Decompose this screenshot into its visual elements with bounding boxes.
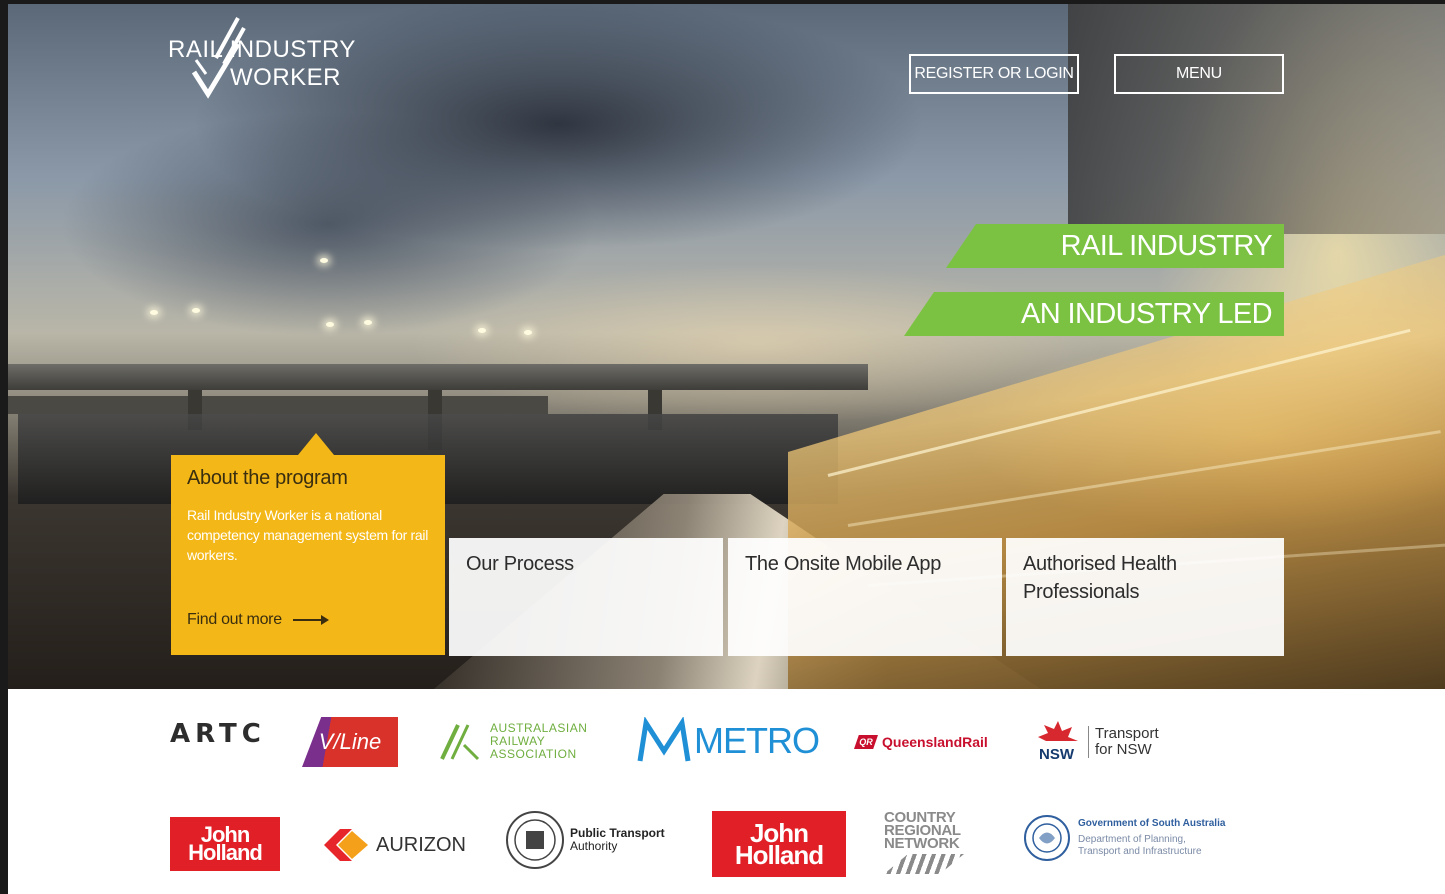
tfnsw-line: Transport	[1095, 725, 1159, 742]
sa-text: Government of South Australia Department…	[1078, 818, 1225, 858]
menu-button[interactable]: MENU	[1114, 54, 1284, 94]
qr-badge-icon: QR	[854, 735, 878, 749]
pta-line: Public Transport	[570, 826, 665, 840]
tagline-rail-industry-worker: RAIL INDUSTRY WORKER	[946, 224, 1284, 268]
tfnsw-line: for NSW	[1095, 741, 1152, 758]
street-lamp	[150, 310, 158, 315]
card-our-process[interactable]: Our Process	[449, 538, 723, 656]
rail-tracks-icon	[884, 854, 964, 874]
sa-dept-line: Department of Planning,	[1078, 834, 1186, 845]
card-label: Our Process	[466, 553, 574, 575]
lower-bridge	[8, 396, 548, 414]
metro-logo[interactable]: METRO	[636, 717, 820, 765]
transport-for-nsw-logo[interactable]: NSW Transport for NSW	[1036, 719, 1159, 765]
ara-line: RAILWAY	[490, 733, 546, 748]
about-title: About the program	[187, 467, 348, 489]
about-pointer	[298, 433, 334, 455]
site-logo[interactable]: RAIL INDUSTRY WORKER	[168, 14, 368, 104]
card-label: Authorised Health Professionals	[1023, 553, 1177, 603]
pta-text: Public Transport Authority	[570, 827, 665, 853]
find-out-more-link[interactable]: Find out more	[187, 611, 282, 629]
about-description: Rail Industry Worker is a national compe…	[187, 507, 429, 563]
nsw-text: NSW	[1039, 746, 1075, 763]
john-holland-logo-large[interactable]: John Holland	[712, 811, 846, 877]
country-regional-network-logo[interactable]: COUNTRY REGIONAL NETWORK	[884, 810, 964, 874]
overpass-bridge	[8, 364, 868, 390]
street-lamp	[192, 308, 200, 313]
john-holland-line: Holland	[734, 840, 824, 870]
pta-line: Authority	[570, 839, 618, 853]
sa-dept-line: Transport and Infrastructure	[1078, 846, 1202, 857]
partner-logos-section: ARTC V/Line AUSTRALASIAN RAILWAY ASSOCIA…	[8, 689, 1445, 894]
john-holland-logo-small[interactable]: John Holland	[170, 817, 280, 871]
street-lamp	[478, 328, 486, 333]
street-lamp	[326, 322, 334, 327]
card-onsite-mobile-app[interactable]: The Onsite Mobile App	[728, 538, 1002, 656]
wa-government-seal-icon	[506, 811, 564, 869]
card-label: The Onsite Mobile App	[745, 553, 942, 575]
background-building	[1068, 4, 1445, 234]
ara-line: ASSOCIATION	[490, 746, 577, 761]
ara-logo-text: AUSTRALASIAN RAILWAY ASSOCIATION	[490, 720, 588, 761]
sa-government-crest-icon	[1024, 815, 1070, 861]
logo-text-line1: RAIL INDUSTRY	[168, 36, 356, 63]
queensland-rail-text: QueenslandRail	[882, 734, 988, 750]
waratah-icon: NSW	[1036, 719, 1080, 765]
aurizon-logo-text: AURIZON	[376, 833, 466, 856]
ara-line: AUSTRALASIAN	[490, 720, 588, 735]
arrow-right-icon[interactable]	[293, 615, 329, 625]
card-authorised-health-professionals[interactable]: Authorised Health Professionals	[1006, 538, 1284, 656]
vline-logo-text: V/Line	[318, 729, 382, 754]
crn-line: NETWORK	[884, 835, 960, 852]
australasian-railway-association-logo[interactable]: AUSTRALASIAN RAILWAY ASSOCIATION	[438, 721, 587, 761]
sa-gov-title: Government of South Australia	[1078, 818, 1226, 829]
street-lamp	[364, 320, 372, 325]
tfnsw-text: Transport for NSW	[1088, 726, 1159, 758]
aurizon-logo[interactable]: AURIZON	[322, 825, 466, 865]
metro-logo-text: METRO	[694, 720, 820, 761]
ara-slash-icon	[438, 721, 482, 761]
aurizon-mark-icon	[322, 825, 370, 865]
artc-logo-text: ARTC	[170, 719, 266, 749]
public-transport-authority-logo[interactable]: Public Transport Authority	[506, 811, 665, 869]
queensland-rail-logo[interactable]: QR QueenslandRail	[854, 734, 988, 750]
logo-text-line2: WORKER	[230, 64, 341, 91]
john-holland-line: Holland	[188, 840, 263, 865]
government-of-south-australia-logo[interactable]: Government of South Australia Department…	[1024, 815, 1225, 861]
vline-logo[interactable]: V/Line	[302, 717, 398, 767]
street-lamp	[320, 258, 328, 263]
street-lamp	[524, 330, 532, 335]
about-program-panel[interactable]: About the program Rail Industry Worker i…	[171, 455, 445, 655]
tagline-industry-led-solution: AN INDUSTRY LED SOLUTION	[904, 292, 1284, 336]
register-or-login-button[interactable]: REGISTER OR LOGIN	[909, 54, 1079, 94]
artc-logo[interactable]: ARTC	[170, 719, 266, 749]
metro-m-icon	[637, 717, 691, 762]
